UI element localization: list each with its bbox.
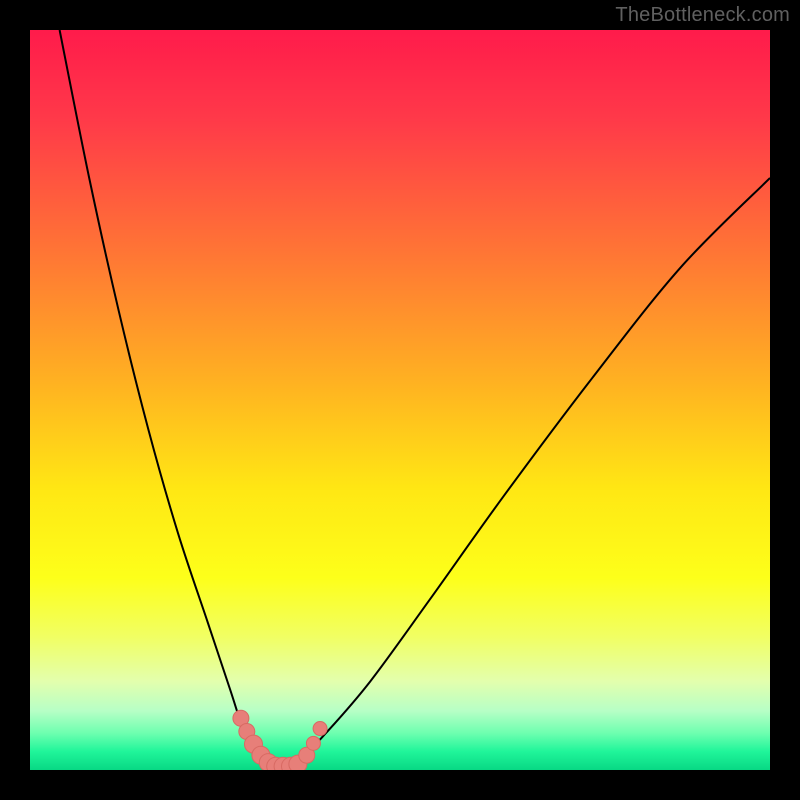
marker-group — [233, 710, 327, 770]
data-marker — [313, 722, 327, 736]
watermark-text: TheBottleneck.com — [615, 4, 790, 27]
left-branch-curve — [60, 30, 275, 770]
curve-layer — [30, 30, 770, 770]
plot-area — [30, 30, 770, 770]
right-branch-curve — [274, 178, 770, 770]
data-marker — [306, 736, 320, 750]
chart-frame: TheBottleneck.com — [0, 0, 800, 800]
